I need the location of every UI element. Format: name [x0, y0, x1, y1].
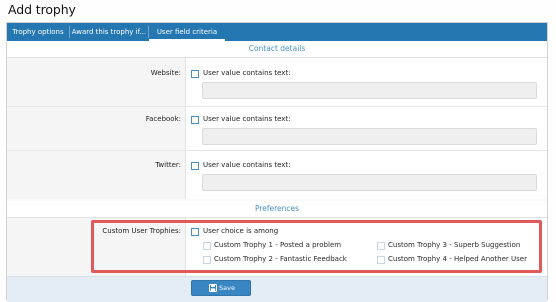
twitter-text-input[interactable]	[202, 174, 537, 191]
facebook-contains-option: User value contains text:	[203, 115, 291, 123]
website-text-input[interactable]	[202, 82, 537, 99]
facebook-text-input[interactable]	[202, 128, 537, 145]
row-divider	[7, 150, 547, 151]
tab-bar: Trophy options Award this trophy if... U…	[7, 23, 547, 41]
save-button-label: Save	[219, 284, 235, 292]
website-contains-checkbox[interactable]	[191, 70, 199, 78]
twitter-label: Twitter:	[155, 161, 181, 169]
save-button[interactable]: Save	[191, 280, 251, 296]
trophy-form: Trophy options Award this trophy if... U…	[6, 22, 548, 302]
form-footer: Save	[7, 276, 547, 302]
website-contains-option: User value contains text:	[203, 69, 291, 77]
floppy-disk-icon	[209, 284, 217, 292]
twitter-contains-checkbox[interactable]	[191, 162, 199, 170]
tab-user-field-criteria[interactable]: User field criteria	[149, 23, 225, 41]
twitter-contains-option: User value contains text:	[203, 161, 291, 169]
highlight-box	[91, 220, 542, 273]
facebook-contains-checkbox[interactable]	[191, 116, 199, 124]
tab-trophy-options[interactable]: Trophy options	[7, 23, 69, 41]
page-title: Add trophy	[8, 2, 76, 17]
tab-award-trophy-if[interactable]: Award this trophy if...	[70, 23, 148, 41]
website-label: Website:	[150, 69, 181, 77]
label-column	[7, 58, 186, 199]
section-heading-contact-details: Contact details	[7, 41, 547, 58]
facebook-label: Facebook:	[145, 115, 181, 123]
section-heading-preferences: Preferences	[7, 201, 547, 218]
row-divider	[7, 106, 547, 107]
